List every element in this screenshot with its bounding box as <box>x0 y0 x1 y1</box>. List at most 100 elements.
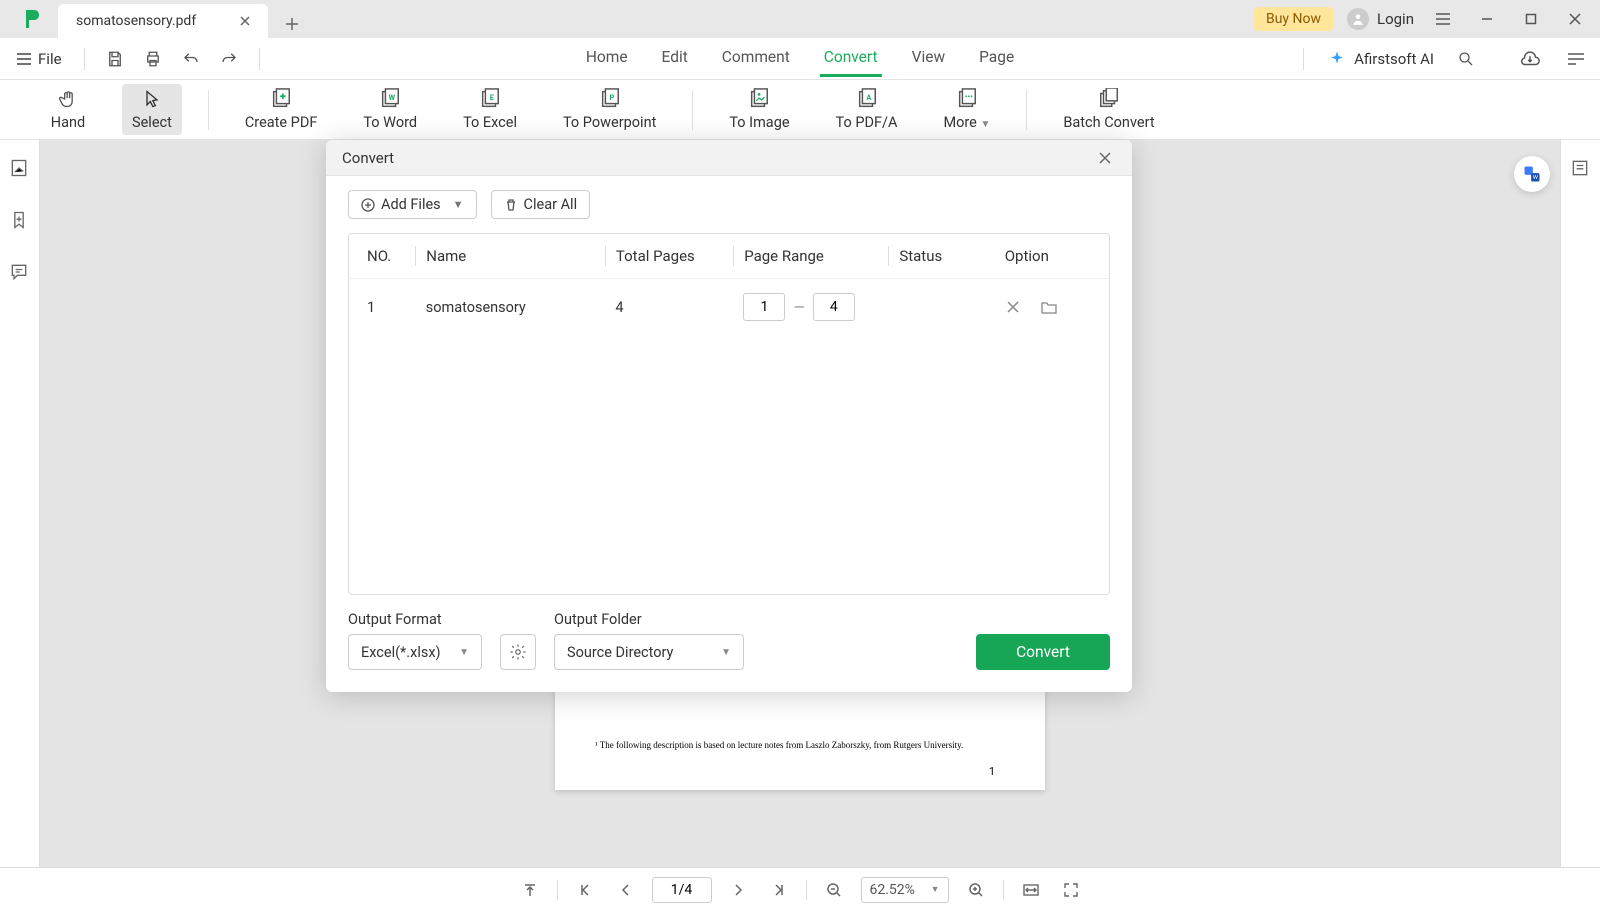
chevron-down-icon: ▼ <box>931 884 940 895</box>
first-page-icon[interactable] <box>572 877 598 903</box>
svg-text:W: W <box>1533 175 1539 181</box>
quick-convert-chip[interactable]: W <box>1514 156 1550 192</box>
output-settings-button[interactable] <box>500 634 536 670</box>
titlebar: somatosensory.pdf Buy Now Login <box>0 0 1600 38</box>
convert-button[interactable]: Convert <box>976 634 1110 670</box>
properties-icon[interactable] <box>1570 158 1592 180</box>
thumbnails-icon[interactable] <box>9 158 31 180</box>
next-page-icon[interactable] <box>726 877 752 903</box>
file-label: File <box>38 50 62 68</box>
nav-convert[interactable]: Convert <box>820 40 882 77</box>
nav-page[interactable]: Page <box>975 40 1018 77</box>
clear-all-button[interactable]: Clear All <box>491 190 591 219</box>
fit-page-icon[interactable] <box>1058 877 1084 903</box>
word-icon: W <box>379 88 401 110</box>
page-input[interactable] <box>652 877 712 903</box>
tab-strip: somatosensory.pdf <box>58 0 306 38</box>
document-footnote: ¹ The following description is based on … <box>595 740 1005 750</box>
new-tab-button[interactable] <box>278 10 306 38</box>
svg-text:A: A <box>866 93 871 102</box>
ribbon-label: To Powerpoint <box>563 114 656 131</box>
output-format-value: Excel(*.xlsx) <box>361 644 441 661</box>
window-close-icon[interactable] <box>1560 4 1590 34</box>
cell-no: 1 <box>367 299 406 316</box>
ribbon-label: Select <box>132 114 172 131</box>
page-range-to[interactable] <box>813 293 855 321</box>
hand-icon <box>57 88 79 110</box>
close-icon[interactable] <box>236 12 254 30</box>
login-label: Login <box>1377 10 1414 28</box>
bookmarks-icon[interactable] <box>9 210 31 232</box>
undo-icon[interactable] <box>177 45 205 73</box>
cell-range: — <box>743 293 878 321</box>
output-folder-select[interactable]: Source Directory ▼ <box>554 634 744 670</box>
ribbon-to-pdfa[interactable]: A To PDF/A <box>826 84 908 135</box>
add-files-button[interactable]: Add Files ▼ <box>348 190 477 219</box>
avatar-icon <box>1347 8 1369 30</box>
redo-icon[interactable] <box>215 45 243 73</box>
print-icon[interactable] <box>139 45 167 73</box>
minimize-icon[interactable] <box>1472 4 1502 34</box>
panel-toggle-icon[interactable] <box>1562 45 1590 73</box>
ai-label: Afirstsoft AI <box>1354 50 1434 68</box>
remove-row-icon[interactable] <box>1004 298 1022 316</box>
close-icon[interactable] <box>1094 147 1116 169</box>
ribbon-label: To PDF/A <box>836 114 898 131</box>
zoom-in-icon[interactable] <box>963 877 989 903</box>
zoom-out-icon[interactable] <box>821 877 847 903</box>
ribbon-to-powerpoint[interactable]: P To Powerpoint <box>553 84 666 135</box>
scroll-top-icon[interactable] <box>517 877 543 903</box>
ribbon-to-excel[interactable]: E To Excel <box>453 84 527 135</box>
titlebar-right: Buy Now Login <box>1254 4 1600 34</box>
separator <box>259 48 260 70</box>
tab-label: somatosensory.pdf <box>76 13 196 29</box>
excel-icon: E <box>479 88 501 110</box>
cell-option <box>1004 298 1091 316</box>
ribbon-label: To Image <box>729 114 789 131</box>
statusbar: 62.52% ▼ <box>0 867 1600 911</box>
output-format-select[interactable]: Excel(*.xlsx) ▼ <box>348 634 482 670</box>
zoom-value: 62.52% <box>870 882 915 898</box>
ribbon-to-image[interactable]: To Image <box>719 84 799 135</box>
cursor-icon <box>141 88 163 110</box>
nav-home[interactable]: Home <box>582 40 632 77</box>
search-icon[interactable] <box>1452 45 1480 73</box>
maximize-icon[interactable] <box>1516 4 1546 34</box>
last-page-icon[interactable] <box>766 877 792 903</box>
open-folder-icon[interactable] <box>1040 298 1058 316</box>
nav-view[interactable]: View <box>908 40 950 77</box>
pdfa-icon: A <box>856 88 878 110</box>
page-range-from[interactable] <box>743 293 785 321</box>
separator <box>692 90 693 130</box>
ribbon-label: More ▼ <box>943 114 990 131</box>
output-folder-value: Source Directory <box>567 644 673 661</box>
ribbon-create-pdf[interactable]: Create PDF <box>235 84 328 135</box>
cloud-icon[interactable] <box>1516 45 1544 73</box>
nav-edit[interactable]: Edit <box>658 40 692 77</box>
hamburger-icon[interactable] <box>1428 4 1458 34</box>
ribbon-to-word[interactable]: W To Word <box>353 84 427 135</box>
convert-modal: Convert Add Files ▼ Clear All NO. Name T… <box>326 140 1132 692</box>
more-icon <box>956 88 978 110</box>
fit-width-icon[interactable] <box>1018 877 1044 903</box>
nav-comment[interactable]: Comment <box>718 40 794 77</box>
separator <box>208 90 209 130</box>
zoom-select[interactable]: 62.52% ▼ <box>861 877 949 903</box>
ribbon-select[interactable]: Select <box>122 84 182 135</box>
file-menu[interactable]: File <box>10 46 68 72</box>
powerpoint-icon: P <box>599 88 621 110</box>
cell-total: 4 <box>615 299 723 316</box>
tab-document[interactable]: somatosensory.pdf <box>58 4 268 38</box>
ribbon-batch-convert[interactable]: Batch Convert <box>1053 84 1164 135</box>
ribbon-more[interactable]: More ▼ <box>933 84 1000 135</box>
buy-now-button[interactable]: Buy Now <box>1254 7 1333 31</box>
save-icon[interactable] <box>101 45 129 73</box>
prev-page-icon[interactable] <box>612 877 638 903</box>
comments-icon[interactable] <box>9 262 31 284</box>
chevron-down-icon: ▼ <box>459 647 469 658</box>
ribbon-hand[interactable]: Hand <box>40 84 96 135</box>
col-no: NO. <box>367 246 405 266</box>
svg-text:E: E <box>490 93 494 102</box>
ai-button[interactable]: Afirstsoft AI <box>1328 50 1434 68</box>
login-button[interactable]: Login <box>1347 8 1414 30</box>
